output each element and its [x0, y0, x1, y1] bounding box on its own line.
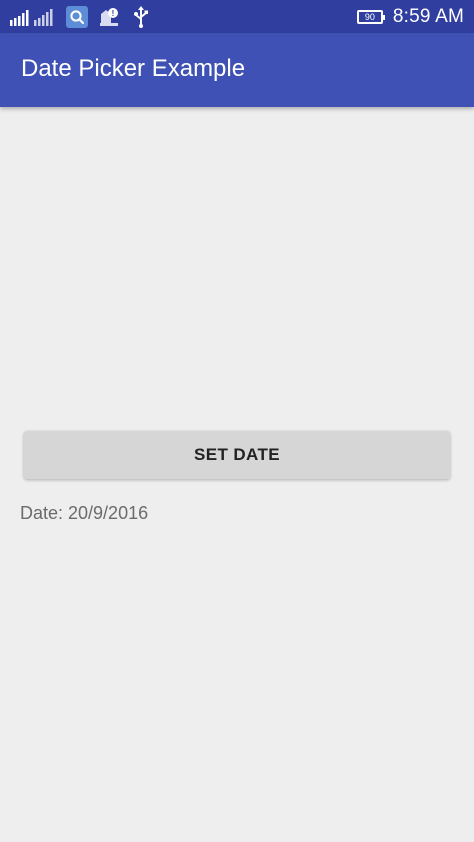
status-icons-left: ! — [10, 5, 152, 29]
battery-icon: 90 — [356, 10, 385, 24]
app-title: Date Picker Example — [21, 55, 246, 82]
status-icons-right: 90 8:59 AM — [356, 4, 464, 30]
date-label: Date: 20/9/2016 — [20, 503, 149, 523]
svg-text:!: ! — [112, 9, 115, 18]
search-icon — [66, 6, 88, 28]
usb-icon — [130, 6, 152, 28]
signal-icon — [10, 6, 56, 28]
set-date-button[interactable]: SET DATE — [24, 431, 450, 479]
status-time: 8:59 AM — [392, 6, 464, 27]
app-bar: Date Picker Example — [0, 33, 474, 107]
notification-icon: ! — [98, 6, 120, 28]
status-bar: ! 90 8:59 AM — [0, 0, 474, 33]
battery-level: 90 — [364, 11, 375, 22]
